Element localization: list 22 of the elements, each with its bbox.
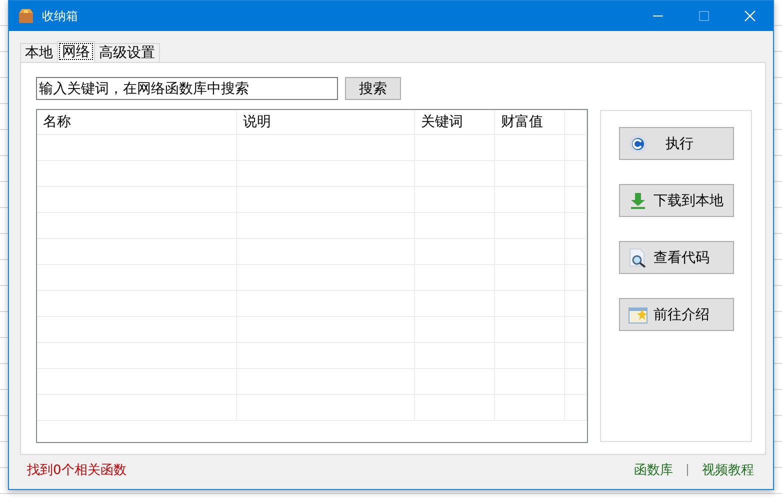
tab[interactable]: 网络 [57,41,95,62]
status-text: 找到0个相关函数 [27,462,126,479]
maximize-icon [698,10,710,22]
column-header[interactable]: 财富值 [495,110,565,134]
tab[interactable]: 本地 [20,43,58,62]
action-button[interactable]: 查看代码 [618,241,734,274]
search-field[interactable]: 输入关键词，在网络函数库中搜索 [36,77,338,100]
magnifier-icon [628,248,648,268]
window-title: 收纳箱 [42,8,78,24]
window-icon [628,304,648,324]
tab[interactable]: 高级设置 [94,43,160,62]
column-header[interactable]: 关键词 [415,110,495,134]
video-link[interactable]: 视频教程 [702,461,754,479]
action-button[interactable]: 执行 [618,127,734,160]
close-icon [744,10,756,22]
box-icon [18,8,34,24]
library-link[interactable]: 函数库 [634,461,673,479]
column-header[interactable]: 名称 [37,110,237,134]
action-button[interactable]: 下载到本地 [618,184,734,217]
search-button[interactable]: 搜索 [345,77,401,100]
action-button[interactable]: 前往介绍 [618,298,734,331]
column-header[interactable]: 说明 [237,110,415,134]
